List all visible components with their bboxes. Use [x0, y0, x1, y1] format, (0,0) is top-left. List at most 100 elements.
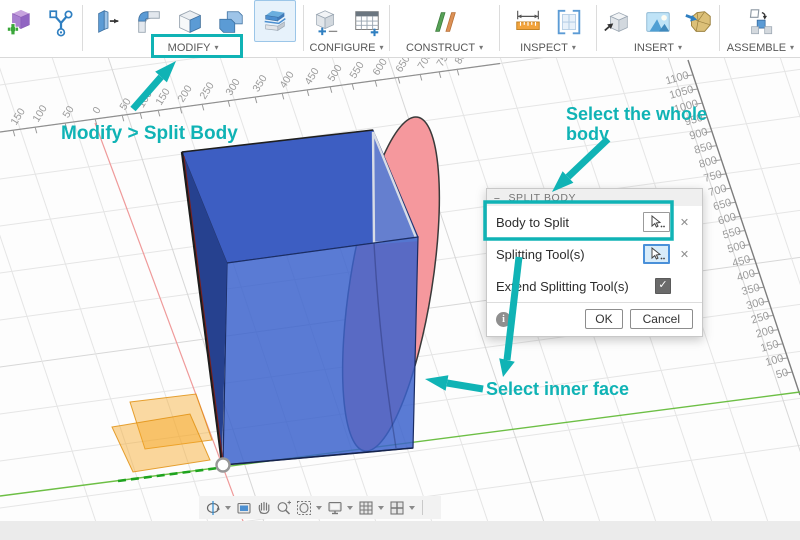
extend-splitting-checkbox[interactable]: ✓: [655, 278, 671, 294]
dialog-header[interactable]: – SPLIT BODY: [487, 189, 702, 206]
toolbar-group-modify: MODIFY: [84, 0, 302, 54]
svg-text:950: 950: [683, 112, 704, 129]
svg-text:850: 850: [693, 140, 714, 157]
svg-text:650: 650: [393, 57, 413, 75]
dialog-title: SPLIT BODY: [508, 191, 577, 204]
press-pull-icon[interactable]: [90, 4, 126, 40]
menu-configure[interactable]: CONFIGURE: [310, 42, 384, 54]
svg-text:50: 50: [775, 366, 790, 381]
svg-text:700: 700: [415, 57, 435, 72]
svg-text:100: 100: [135, 89, 155, 110]
viewports-dropdown-caret[interactable]: [409, 505, 415, 510]
ok-button[interactable]: OK: [585, 309, 623, 329]
toolbar-separator: [82, 5, 84, 51]
toolbar-separator: [389, 5, 391, 51]
shell-icon[interactable]: [172, 4, 208, 40]
splitting-tools-clear-icon[interactable]: ✕: [677, 248, 692, 261]
svg-text:750: 750: [702, 168, 723, 185]
top-toolbar: MODIFY CONFIGURE CONSTRUCT: [0, 0, 800, 58]
dialog-footer: i OK Cancel: [487, 302, 702, 336]
svg-text:550: 550: [347, 60, 367, 81]
svg-text:150: 150: [759, 338, 780, 355]
svg-text:550: 550: [721, 225, 742, 242]
body-front-face[interactable]: [222, 236, 419, 466]
svg-text:300: 300: [223, 77, 243, 98]
svg-text:600: 600: [717, 211, 738, 228]
fit-icon[interactable]: [295, 499, 312, 516]
bottom-band: [0, 521, 800, 540]
split-body-tool-active[interactable]: [254, 0, 297, 42]
svg-text:50: 50: [117, 96, 133, 112]
toolbar-group-assemble: ASSEMBLE: [721, 0, 800, 54]
svg-text:50: 50: [60, 104, 76, 120]
menu-modify[interactable]: MODIFY: [168, 42, 219, 54]
toolbar-group-configure: CONFIGURE: [305, 0, 388, 54]
zoom-icon[interactable]: [275, 499, 292, 516]
svg-text:500: 500: [726, 239, 747, 256]
svg-text:350: 350: [250, 73, 270, 94]
origin-point[interactable]: [215, 457, 231, 473]
fit-dropdown-caret[interactable]: [316, 505, 322, 510]
svg-text:150: 150: [153, 86, 173, 107]
svg-text:250: 250: [750, 310, 771, 327]
svg-text:250: 250: [197, 80, 217, 101]
menu-construct[interactable]: CONSTRUCT: [406, 42, 483, 54]
view-navigation-bar: [199, 496, 441, 519]
canvas-icon[interactable]: [640, 4, 676, 40]
select-cursor-icon: [651, 247, 665, 260]
extend-splitting-row: Extend Splitting Tool(s) ✓: [487, 270, 702, 302]
fusion360-window: MODIFY CONFIGURE CONSTRUCT: [0, 0, 800, 540]
body-to-split-clear-icon[interactable]: ✕: [677, 216, 692, 229]
display-dropdown-caret[interactable]: [347, 505, 353, 510]
svg-text:0: 0: [90, 105, 103, 116]
assemble-icon[interactable]: [742, 4, 778, 40]
toolbar-separator: [718, 5, 720, 51]
fillet-icon[interactable]: [131, 4, 167, 40]
orbit-dropdown-caret[interactable]: [225, 505, 231, 510]
display-settings-icon[interactable]: [326, 499, 343, 516]
svg-text:450: 450: [302, 66, 322, 87]
new-component-icon[interactable]: [2, 4, 38, 40]
split-body-dialog: – SPLIT BODY Body to Split ✕ Splitting T…: [486, 188, 703, 337]
select-cursor-icon: [651, 215, 665, 228]
menu-inspect[interactable]: INSPECT: [520, 42, 576, 54]
body-to-split-select-button[interactable]: [643, 212, 670, 232]
info-icon[interactable]: i: [496, 311, 511, 327]
look-at-icon[interactable]: [235, 499, 252, 516]
menu-insert[interactable]: INSERT: [634, 42, 682, 54]
measure-icon[interactable]: [510, 4, 546, 40]
section-analysis-icon[interactable]: [551, 4, 587, 40]
viewports-icon[interactable]: [388, 499, 405, 516]
svg-text:400: 400: [736, 267, 757, 284]
grid-settings-icon[interactable]: [357, 499, 374, 516]
joint-origin-icon[interactable]: [43, 4, 79, 40]
splitting-tools-row: Splitting Tool(s) ✕: [487, 238, 702, 270]
configure-icon[interactable]: [308, 4, 344, 40]
cancel-button[interactable]: Cancel: [629, 309, 693, 329]
insert-mesh-icon[interactable]: [681, 4, 717, 40]
toolbar-group-construct: CONSTRUCT: [391, 0, 498, 54]
split-body-icon[interactable]: [257, 3, 293, 39]
construct-plane-icon[interactable]: [427, 4, 463, 40]
configuration-table-icon[interactable]: [349, 4, 385, 40]
svg-text:100: 100: [30, 103, 50, 124]
orbit-icon[interactable]: [204, 499, 221, 516]
menu-assemble[interactable]: ASSEMBLE: [727, 42, 794, 54]
svg-text:200: 200: [755, 324, 776, 341]
svg-text:200: 200: [175, 83, 195, 104]
grid-dropdown-caret[interactable]: [378, 505, 384, 510]
pan-icon[interactable]: [255, 499, 272, 516]
svg-text:450: 450: [731, 253, 752, 270]
toolbar-separator: [596, 5, 598, 51]
toolbar-separator: [499, 5, 500, 51]
splitting-tools-select-button[interactable]: [643, 244, 670, 264]
combine-icon[interactable]: [213, 4, 249, 40]
collapse-icon[interactable]: –: [494, 192, 500, 203]
insert-derive-icon[interactable]: [599, 4, 635, 40]
svg-text:500: 500: [325, 63, 345, 84]
toolbar-group-insert: INSERT: [598, 0, 718, 54]
svg-text:800: 800: [452, 57, 472, 66]
svg-text:400: 400: [277, 69, 297, 90]
extend-splitting-label: Extend Splitting Tool(s): [496, 278, 629, 294]
svg-text:650: 650: [712, 197, 733, 214]
